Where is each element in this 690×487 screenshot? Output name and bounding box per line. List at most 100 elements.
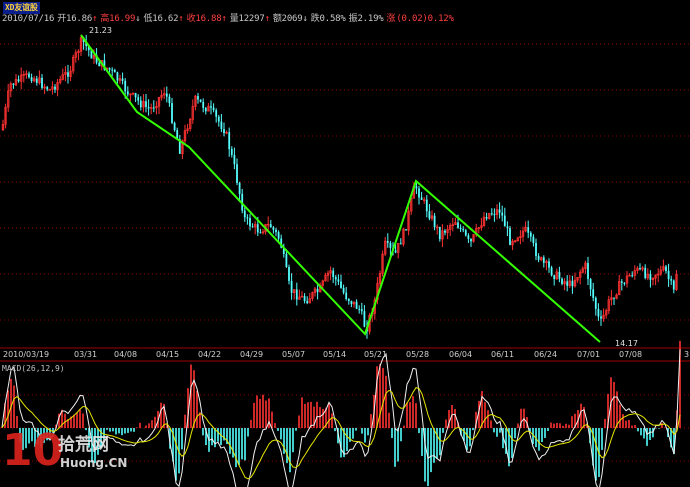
candle-body — [566, 281, 569, 286]
candle-body — [561, 278, 563, 284]
candle-body — [12, 83, 15, 85]
candle-body — [233, 154, 236, 165]
candle-body — [644, 267, 647, 279]
candle-body — [592, 289, 595, 298]
candle-body — [438, 226, 441, 240]
candle-body — [548, 261, 550, 268]
candle-body — [230, 149, 233, 155]
date-tick-label: 03/31 — [74, 350, 98, 359]
candle-body — [46, 86, 49, 90]
candle-body — [212, 107, 215, 111]
candle-body — [509, 228, 511, 245]
open-label: 开 — [57, 14, 66, 24]
candle-body — [340, 281, 342, 288]
candle-body — [98, 62, 101, 67]
date-tick-label: 3 — [684, 350, 690, 359]
candle-body — [459, 227, 462, 230]
candle-body — [139, 100, 142, 108]
date-tick-label: 2010/03/19 — [3, 350, 50, 359]
volume-value: 12297 — [238, 14, 265, 24]
stock-chart[interactable] — [0, 0, 690, 487]
candle-body — [399, 243, 402, 245]
candle-body — [386, 241, 389, 243]
high-value: 16.99 — [109, 14, 136, 24]
candle-body — [217, 116, 220, 122]
candle-body — [405, 229, 407, 231]
candle-body — [332, 270, 335, 278]
candle-body — [558, 271, 561, 279]
candle-body — [199, 99, 202, 103]
candle-body — [587, 263, 589, 280]
date-tick-label: 05/07 — [282, 350, 306, 359]
candle-body — [600, 316, 602, 319]
rise-percent: 0.12% — [427, 14, 454, 24]
candle-body — [243, 210, 246, 218]
date-tick-label: 06/04 — [449, 350, 473, 359]
candle-body — [124, 80, 127, 92]
high-price-label: 21.23 — [89, 26, 112, 35]
candle-body — [202, 102, 205, 108]
date-tick-label: 05/28 — [406, 350, 430, 359]
down-arrow-icon: ↓ — [302, 14, 308, 24]
price-grid — [0, 43, 690, 462]
date-tick-label: 06/24 — [534, 350, 558, 359]
candle-body — [269, 224, 272, 228]
candle-body — [529, 232, 532, 237]
candle-body — [334, 277, 337, 280]
candle-body — [394, 250, 397, 253]
candle-body — [337, 279, 340, 282]
candle-body — [506, 226, 509, 229]
candle-body — [306, 301, 309, 304]
close-value: 16.88 — [195, 14, 222, 24]
amount-label: 额 — [272, 14, 282, 24]
candle-body — [137, 97, 140, 101]
candle-body — [147, 106, 150, 109]
candle-body — [35, 78, 38, 83]
quote-values: 2010/07/16 开16.86↑ 高16.99↓ 低16.62↑ 收16.88↑ 量1… — [2, 12, 457, 26]
candle-body — [355, 301, 358, 309]
candle-body — [358, 308, 361, 310]
candle-body — [111, 69, 114, 71]
change-label: 跌 — [310, 14, 320, 24]
date-tick-label: 07/08 — [619, 350, 643, 359]
change-value: 0.58% — [319, 14, 346, 24]
watermark-url: Huong.CN — [60, 456, 128, 470]
candle-body — [220, 121, 223, 130]
candle-body — [210, 106, 212, 108]
open-value: 16.86 — [66, 14, 93, 24]
candle-body — [363, 311, 366, 327]
date-tick-label: 04/22 — [198, 350, 222, 359]
candle-body — [145, 101, 147, 107]
candle-body — [470, 239, 472, 242]
candle-body — [389, 242, 392, 248]
candle-body — [350, 301, 353, 304]
candle-body — [428, 211, 431, 219]
candle-body — [236, 164, 238, 183]
candle-body — [613, 297, 615, 299]
candle-body — [41, 77, 43, 88]
candle-body — [171, 103, 173, 123]
candle-body — [54, 86, 56, 90]
candle-body — [485, 217, 488, 219]
watermark-site-name: 拾荒网 — [58, 435, 109, 455]
candle-body — [665, 266, 667, 272]
candle-body — [532, 236, 535, 243]
candle-body — [623, 282, 626, 284]
candle-body — [249, 218, 251, 227]
date-tick-label: 07/01 — [577, 350, 601, 359]
low-price-label: 14.17 — [615, 339, 638, 348]
candle-body — [667, 271, 670, 280]
candle-body — [17, 79, 20, 82]
candle-body — [345, 292, 348, 300]
candle-body — [28, 73, 30, 78]
candle-body — [537, 256, 540, 260]
candle-body — [498, 209, 501, 213]
candle-body — [467, 235, 470, 240]
candle-body — [433, 215, 436, 228]
candle-body — [113, 70, 116, 73]
high-label: 高 — [100, 14, 110, 24]
candle-body — [571, 280, 574, 287]
candle-body — [316, 288, 319, 292]
candle-body — [223, 129, 225, 134]
candle-body — [535, 242, 537, 257]
